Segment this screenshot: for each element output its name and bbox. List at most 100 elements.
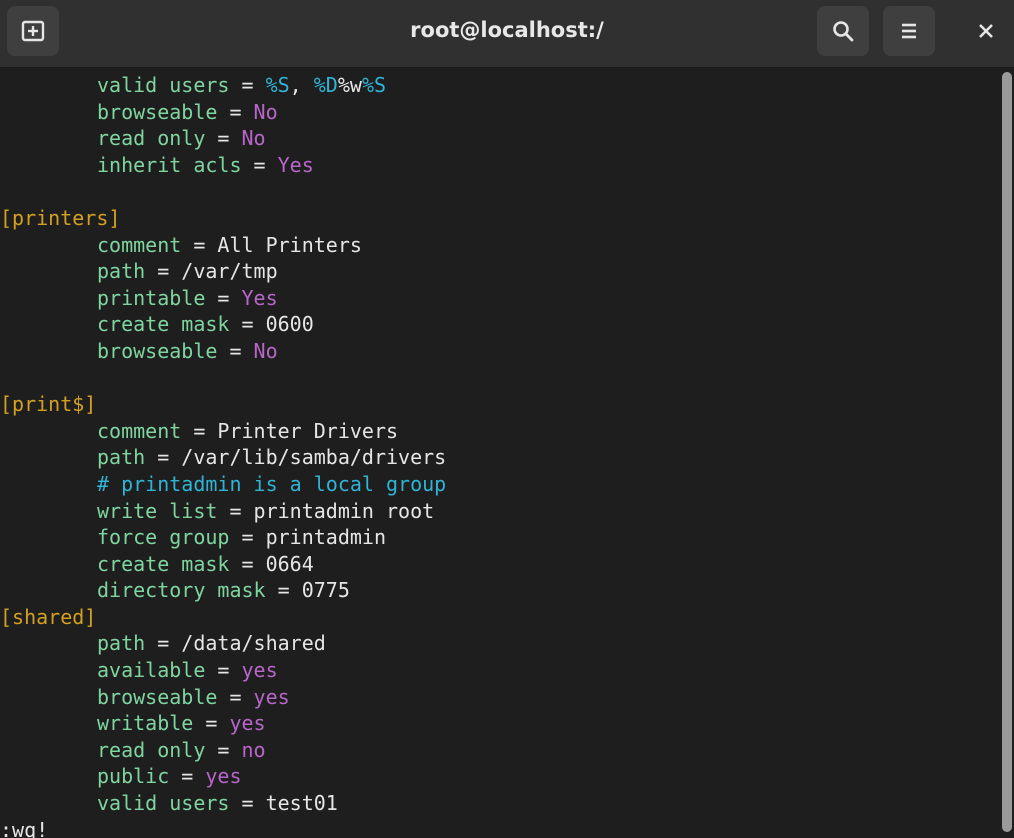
terminal-text: yes bbox=[241, 658, 278, 683]
terminal-text: [print$] bbox=[0, 392, 97, 417]
search-button[interactable] bbox=[817, 6, 869, 56]
terminal-text: create mask bbox=[97, 551, 230, 576]
terminal-text: = bbox=[145, 445, 182, 470]
terminal-text: [printers] bbox=[0, 205, 121, 230]
terminal-text: yes bbox=[229, 711, 266, 736]
terminal-text: Yes bbox=[277, 152, 314, 177]
terminal-text: = bbox=[205, 658, 242, 683]
terminal-text: %w bbox=[337, 73, 362, 97]
terminal-line: force group = printadmin bbox=[0, 524, 998, 551]
terminal-line: printable = Yes bbox=[0, 285, 998, 312]
terminal-line: comment = Printer Drivers bbox=[0, 418, 998, 445]
terminal-text: = bbox=[145, 259, 182, 284]
terminal-line: writable = yes bbox=[0, 710, 998, 737]
terminal-line: directory mask = 0775 bbox=[0, 577, 998, 604]
terminal-line: browseable = yes bbox=[0, 684, 998, 711]
terminal-line: comment = All Printers bbox=[0, 232, 998, 259]
terminal-text: = bbox=[181, 232, 218, 257]
terminal-text: No bbox=[253, 99, 278, 124]
terminal-text: 0664 bbox=[265, 551, 314, 576]
terminal-text: = bbox=[205, 126, 242, 151]
terminal-text: = bbox=[217, 684, 254, 709]
scrollbar[interactable] bbox=[1002, 72, 1012, 832]
terminal-text: force group bbox=[97, 525, 230, 550]
menu-button[interactable] bbox=[883, 6, 935, 56]
terminal-text: = bbox=[205, 285, 242, 310]
terminal-text: = bbox=[205, 737, 242, 762]
terminal-text: = bbox=[217, 99, 254, 124]
terminal-text: = bbox=[265, 578, 302, 603]
terminal-text: read only bbox=[97, 737, 206, 762]
terminal-line: [print$] bbox=[0, 391, 998, 418]
terminal-text: No bbox=[241, 126, 266, 151]
terminal-text: %S bbox=[265, 73, 290, 97]
terminal-text: = bbox=[193, 711, 230, 736]
terminal-text: printadmin bbox=[265, 525, 386, 550]
terminal-text: Yes bbox=[241, 285, 278, 310]
terminal-text: path bbox=[97, 445, 146, 470]
terminal-line: read only = No bbox=[0, 125, 998, 152]
terminal-text: = bbox=[229, 791, 266, 816]
terminal-line: create mask = 0600 bbox=[0, 311, 998, 338]
terminal-line: path = /var/lib/samba/drivers bbox=[0, 444, 998, 471]
scrollbar-thumb[interactable] bbox=[1002, 72, 1012, 832]
terminal-text: printadmin root bbox=[253, 498, 435, 523]
close-icon bbox=[979, 24, 993, 38]
terminal-text: No bbox=[253, 338, 278, 363]
terminal-line: inherit acls = Yes bbox=[0, 152, 998, 179]
terminal-output[interactable]: valid users = %S, %D%w%S browseable = No r… bbox=[0, 72, 998, 838]
terminal-line: browseable = No bbox=[0, 338, 998, 365]
terminal-line: browseable = No bbox=[0, 99, 998, 126]
terminal-text: browseable bbox=[97, 99, 218, 124]
terminal-text: no bbox=[241, 737, 266, 762]
terminal-text: = bbox=[229, 312, 266, 337]
terminal-text: inherit acls bbox=[97, 152, 242, 177]
terminal-line: write list = printadmin root bbox=[0, 498, 998, 525]
terminal-text: yes bbox=[253, 684, 290, 709]
terminal-text: # printadmin is a local group bbox=[97, 471, 447, 496]
terminal-text: valid users bbox=[97, 73, 230, 97]
terminal-text: browseable bbox=[97, 338, 218, 363]
terminal-line: valid users = %S, %D%w%S bbox=[0, 72, 998, 99]
terminal-text: %D bbox=[313, 73, 338, 97]
terminal-text: test01 bbox=[265, 791, 338, 816]
terminal-line: valid users = test01 bbox=[0, 790, 998, 817]
terminal-text: 0600 bbox=[265, 312, 314, 337]
terminal-line: available = yes bbox=[0, 657, 998, 684]
terminal-text: public bbox=[97, 764, 170, 789]
terminal-text: write list bbox=[97, 498, 218, 523]
terminal-text: = bbox=[217, 338, 254, 363]
terminal-text: = bbox=[229, 73, 266, 97]
terminal-text: create mask bbox=[97, 312, 230, 337]
terminal-line: read only = no bbox=[0, 737, 998, 764]
terminal-text: yes bbox=[205, 764, 242, 789]
terminal-text: available bbox=[97, 658, 206, 683]
terminal-text: writable bbox=[97, 711, 194, 736]
terminal-text: %S bbox=[361, 73, 387, 97]
terminal-text: printable bbox=[97, 285, 206, 310]
terminal-text: = bbox=[241, 152, 278, 177]
terminal-text: /var/lib/samba/drivers bbox=[181, 445, 447, 470]
terminal-text: = bbox=[229, 525, 266, 550]
window-titlebar: root@localhost:/ bbox=[0, 0, 1014, 68]
terminal-text: path bbox=[97, 259, 146, 284]
terminal-line: :wq! bbox=[0, 817, 998, 838]
terminal-text: 0775 bbox=[301, 578, 350, 603]
hamburger-menu-icon bbox=[902, 23, 916, 39]
terminal-text: directory mask bbox=[97, 578, 266, 603]
close-button[interactable] bbox=[964, 6, 1008, 56]
terminal-line: # printadmin is a local group bbox=[0, 471, 998, 498]
terminal-text: = bbox=[229, 551, 266, 576]
terminal-text: = bbox=[169, 764, 206, 789]
terminal-line: public = yes bbox=[0, 763, 998, 790]
terminal-text: = bbox=[181, 418, 218, 443]
terminal-text: path bbox=[97, 631, 146, 656]
terminal-line: create mask = 0664 bbox=[0, 551, 998, 578]
terminal-text: [shared] bbox=[0, 604, 97, 629]
terminal-text: browseable bbox=[97, 684, 218, 709]
terminal-text: Printer Drivers bbox=[217, 418, 399, 443]
terminal-text: comment bbox=[97, 232, 182, 257]
terminal-text: read only bbox=[97, 126, 206, 151]
terminal-line: path = /data/shared bbox=[0, 630, 998, 657]
